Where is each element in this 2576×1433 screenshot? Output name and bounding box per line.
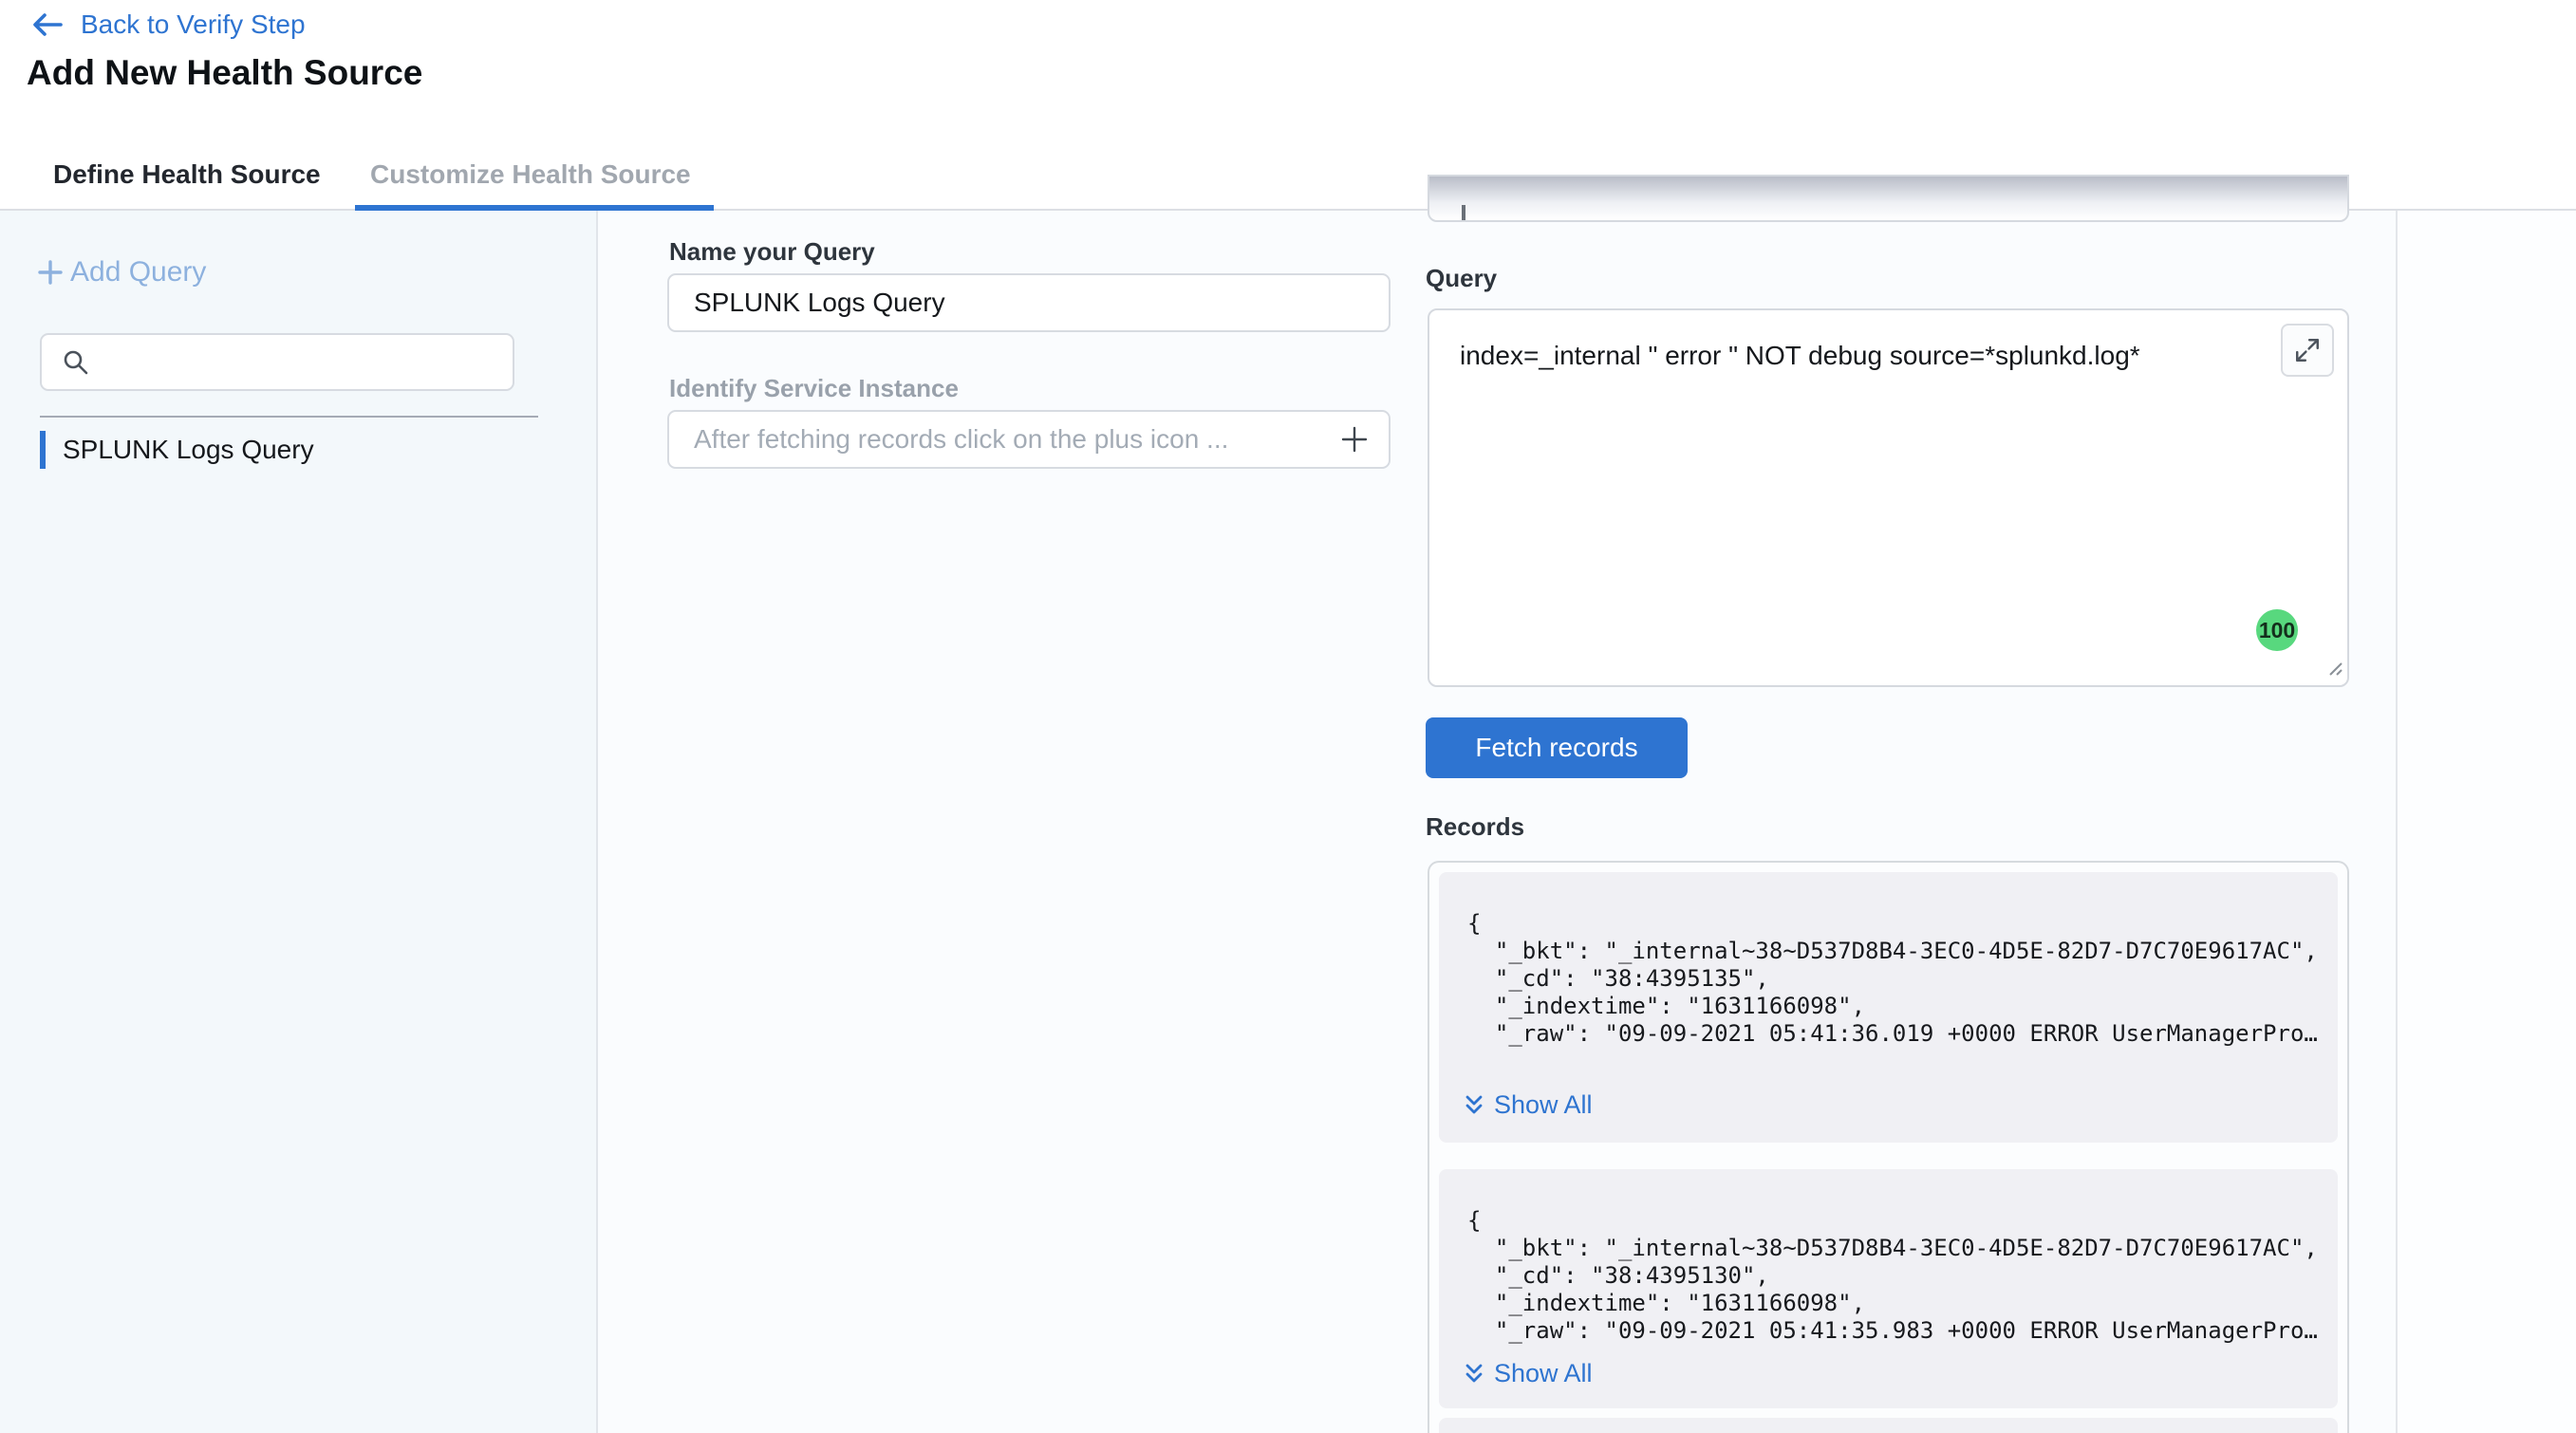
- expand-icon[interactable]: [2294, 337, 2321, 363]
- back-arrow-icon[interactable]: [29, 10, 64, 39]
- query-list-item-selected[interactable]: SPLUNK Logs Query: [40, 431, 533, 469]
- record-count-badge: 100: [2256, 609, 2298, 651]
- add-query-button[interactable]: Add Query: [36, 256, 206, 288]
- add-health-source-page: Back to Verify Step Add New Health Sourc…: [0, 0, 2576, 1433]
- plus-icon[interactable]: [36, 258, 65, 287]
- records-container: { "_bkt": "_internal~38~D537D8B4-3EC0-4D…: [1428, 861, 2349, 1433]
- service-instance-field: [667, 410, 1391, 469]
- record-card-partial: [1439, 1418, 2338, 1433]
- expand-query-button[interactable]: [2281, 324, 2334, 377]
- query-text[interactable]: index=_internal " error " NOT debug sour…: [1460, 341, 2276, 371]
- query-search-input[interactable]: [91, 335, 513, 389]
- service-instance-label: Identify Service Instance: [669, 374, 959, 403]
- textarea-resize-handle[interactable]: [2324, 658, 2343, 681]
- query-label: Query: [1426, 264, 1497, 293]
- show-all-label[interactable]: Show All: [1494, 1359, 1593, 1388]
- tab-define-health-source[interactable]: Define Health Source: [53, 140, 321, 209]
- show-all-link[interactable]: Show All: [1464, 1090, 1593, 1120]
- sidebar-divider: [40, 416, 538, 418]
- record-json: { "_bkt": "_internal~38~D537D8B4-3EC0-4D…: [1467, 910, 2318, 1048]
- records-label: Records: [1426, 812, 1524, 842]
- back-to-verify-step-link[interactable]: Back to Verify Step: [29, 9, 306, 40]
- query-editor[interactable]: index=_internal " error " NOT debug sour…: [1428, 308, 2349, 687]
- page-title: Add New Health Source: [27, 53, 422, 93]
- show-all-label[interactable]: Show All: [1494, 1090, 1593, 1120]
- record-card: { "_bkt": "_internal~38~D537D8B4-3EC0-4D…: [1439, 872, 2338, 1143]
- page-header: Back to Verify Step Add New Health Sourc…: [0, 0, 2576, 140]
- add-service-instance-plus-icon[interactable]: [1337, 422, 1372, 461]
- double-chevron-down-icon[interactable]: [1464, 1362, 1484, 1386]
- query-search-box: [40, 333, 514, 391]
- record-json: { "_bkt": "_internal~38~D537D8B4-3EC0-4D…: [1467, 1207, 2318, 1345]
- add-query-label[interactable]: Add Query: [70, 256, 206, 288]
- query-name-input[interactable]: [667, 273, 1391, 332]
- show-all-link[interactable]: Show All: [1464, 1359, 1593, 1388]
- clipped-text-fragment: [1462, 205, 1465, 220]
- query-list-item-label[interactable]: SPLUNK Logs Query: [63, 435, 314, 465]
- tab-customize-health-source[interactable]: Customize Health Source: [370, 140, 691, 209]
- double-chevron-down-icon[interactable]: [1464, 1093, 1484, 1118]
- fetch-records-button[interactable]: Fetch records: [1426, 717, 1688, 778]
- name-query-label: Name your Query: [669, 237, 875, 267]
- record-card: { "_bkt": "_internal~38~D537D8B4-3EC0-4D…: [1439, 1169, 2338, 1408]
- selected-indicator-bar: [40, 431, 46, 469]
- content-area: Add Query SPLUNK Logs Query Name your Qu…: [0, 211, 2576, 1433]
- back-link-label[interactable]: Back to Verify Step: [81, 9, 306, 40]
- query-sidebar: Add Query SPLUNK Logs Query: [0, 211, 598, 1433]
- clipped-input-above[interactable]: [1428, 175, 2349, 222]
- service-instance-input[interactable]: [667, 410, 1391, 469]
- right-side-panel: [2396, 211, 2576, 1433]
- search-icon: [61, 347, 91, 378]
